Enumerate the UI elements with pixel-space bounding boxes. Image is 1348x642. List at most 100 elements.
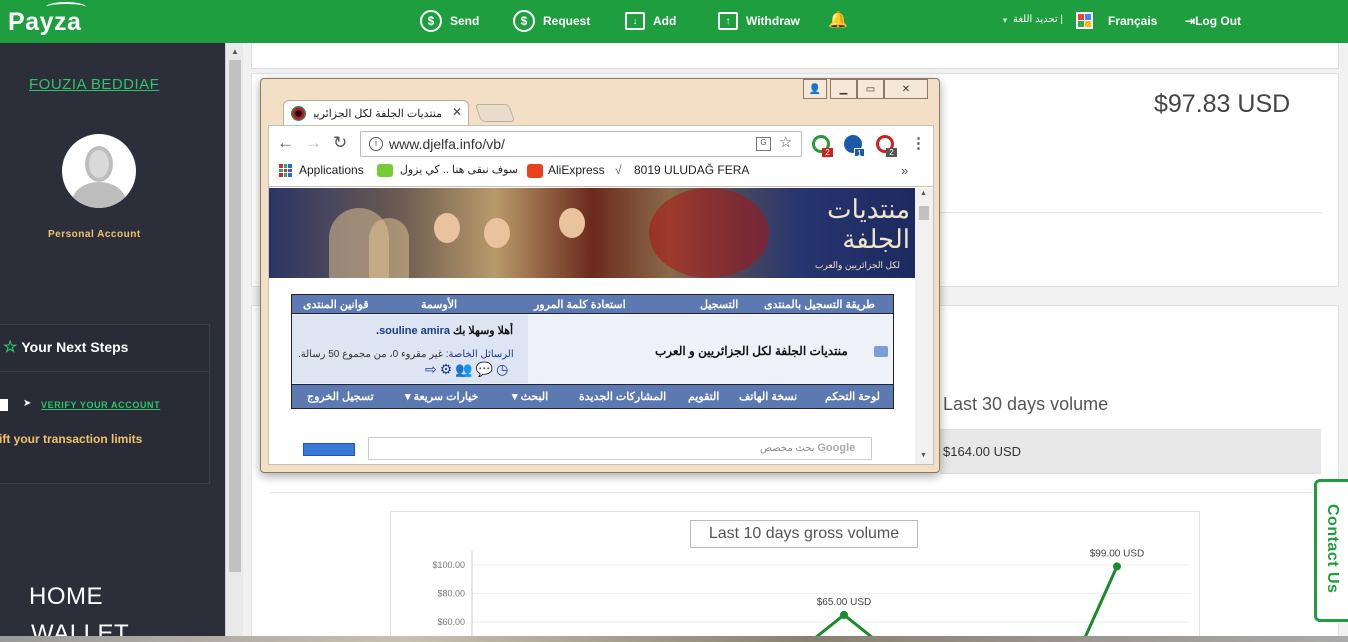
info-icon[interactable]: i bbox=[369, 137, 383, 151]
google-translate-icon[interactable] bbox=[1076, 12, 1093, 29]
search-button[interactable] bbox=[303, 443, 355, 456]
extension-1-badge: 2 bbox=[822, 148, 833, 157]
withdraw-button[interactable]: ↑ Withdraw bbox=[718, 8, 800, 34]
logout-link[interactable]: ⇥Log Out bbox=[1185, 14, 1241, 28]
top-navbar: Payza $ Send $ Request ↓ Add ↑ Withdraw … bbox=[0, 0, 1348, 43]
chart-data-label: $65.00 USD bbox=[817, 597, 871, 608]
url-text[interactable]: www.djelfa.info/vb/ bbox=[389, 136, 505, 152]
next-steps-title: ☆ Your Next Steps bbox=[3, 339, 129, 356]
francais-link[interactable]: Français bbox=[1108, 14, 1157, 28]
chart-y-tick: $60.00 bbox=[437, 617, 465, 627]
aliexpress-icon bbox=[527, 164, 543, 178]
logout-arrow-icon[interactable]: ⇨ bbox=[425, 361, 440, 377]
reload-icon[interactable]: ↻ bbox=[333, 133, 347, 153]
step-checkbox[interactable] bbox=[0, 399, 8, 411]
dollar-circle-icon: $ bbox=[513, 10, 535, 32]
more-bookmarks-icon[interactable]: » bbox=[901, 163, 908, 178]
apps-grid-icon[interactable] bbox=[279, 164, 292, 177]
arrow-right-icon: ➤ bbox=[23, 398, 32, 409]
forum-bar-logout[interactable]: تسجيل الخروج bbox=[307, 390, 374, 403]
bookmark-applications[interactable]: Applications bbox=[299, 163, 364, 177]
balance-value: $97.83 USD bbox=[1154, 90, 1291, 118]
close-tab-icon[interactable]: ✕ bbox=[452, 105, 462, 119]
welcome-username[interactable]: souline amira bbox=[379, 325, 450, 337]
chart-title: Last 10 days gross volume bbox=[690, 520, 918, 548]
forum-nav-password-recovery[interactable]: استعادة كلمة المرور bbox=[534, 298, 626, 311]
search-placeholder: Google بحث مخصص bbox=[760, 442, 856, 454]
window-controls: 👤 ▁ ▭ ✕ bbox=[803, 79, 928, 99]
card-out-icon: ↑ bbox=[718, 12, 738, 30]
bookmark-arabic[interactable]: سوف نبقى هنا .. كي يزول الألم bbox=[398, 163, 518, 176]
close-window-button[interactable]: ✕ bbox=[884, 79, 928, 99]
send-button[interactable]: $ Send bbox=[420, 8, 479, 34]
scrollbar-thumb[interactable] bbox=[229, 60, 241, 572]
page-scrollbar[interactable]: ▲ ▼ bbox=[915, 188, 933, 464]
forum-bar-control-panel[interactable]: لوحة التحكم bbox=[825, 390, 880, 403]
sidebar-scrollbar[interactable]: ▲ bbox=[225, 43, 243, 642]
user-action-icons: ⇨⚙👥💬◷ bbox=[425, 361, 511, 378]
avatar[interactable] bbox=[62, 134, 136, 208]
username-link[interactable]: FOUZIA BEDDIAF bbox=[29, 76, 159, 93]
add-user-icon[interactable]: 👥 bbox=[455, 361, 475, 377]
bookmark-aliexpress[interactable]: AliExpress bbox=[548, 163, 605, 177]
forum-bar-mobile[interactable]: نسخة الهاتف bbox=[739, 390, 797, 403]
contact-us-tab[interactable]: Contact Us bbox=[1314, 479, 1348, 622]
language-selector[interactable]: تحديد اللغة | bbox=[1013, 14, 1063, 25]
chevron-down-icon[interactable]: ▼ bbox=[1001, 16, 1009, 25]
banner-subtitle: لكل الجزائريين والعرب bbox=[815, 260, 900, 270]
chart-y-tick: $100.00 bbox=[432, 560, 465, 570]
add-label: Add bbox=[653, 14, 677, 28]
welcome-text: أهلا وسهلا بك souline amira. bbox=[376, 325, 514, 337]
new-tab-button[interactable] bbox=[474, 104, 516, 122]
logout-icon: ⇥ bbox=[1185, 14, 1196, 28]
card-in-icon: ↓ bbox=[625, 12, 645, 30]
top-panel bbox=[251, 43, 1339, 69]
bookmark-star-icon[interactable]: ☆ bbox=[779, 133, 792, 151]
forum-nav-register[interactable]: التسجيل bbox=[700, 298, 738, 311]
forum-bar-new-posts[interactable]: المشاركات الجديدة bbox=[579, 390, 666, 403]
site-favicon bbox=[291, 106, 306, 121]
forum-name[interactable]: منتديات الجلفة لكل الجزائريين و العرب bbox=[655, 344, 848, 358]
forum-nav-medals[interactable]: الأوسمة bbox=[421, 298, 457, 311]
chart-point[interactable] bbox=[840, 610, 848, 619]
forum-bar-quick-options[interactable]: خيارات سريعة ▾ bbox=[405, 390, 478, 403]
profile-icon[interactable]: 👤 bbox=[803, 79, 827, 99]
translate-icon[interactable]: G bbox=[756, 137, 771, 151]
request-button[interactable]: $ Request bbox=[513, 8, 590, 34]
private-messages-link[interactable]: الرسائل الخاصة bbox=[449, 349, 514, 360]
chat-icon[interactable]: 💬 bbox=[476, 361, 496, 377]
forum-nav-rules[interactable]: قوانين المنتدى bbox=[303, 298, 369, 311]
settings-gear-icon[interactable]: ⚙ bbox=[440, 361, 456, 377]
checkmark-icon: √ bbox=[615, 163, 622, 177]
maximize-button[interactable]: ▭ bbox=[857, 79, 884, 99]
sidebar: FOUZIA BEDDIAF Personal Account ☆ Your N… bbox=[0, 43, 225, 642]
forum-folder-icon bbox=[874, 346, 888, 357]
withdraw-label: Withdraw bbox=[746, 14, 800, 28]
account-type-label: Personal Account bbox=[48, 229, 141, 240]
forum-nav-registration-guide[interactable]: طريقة التسجيل بالمنتدى bbox=[764, 298, 875, 311]
volume-value: $164.00 USD bbox=[943, 444, 1022, 459]
extension-2-badge: 1 bbox=[854, 148, 865, 158]
page-scrollbar-thumb[interactable] bbox=[919, 206, 929, 220]
send-label: Send bbox=[450, 14, 480, 28]
clock-icon[interactable]: ◷ bbox=[496, 361, 511, 377]
extension-3-badge: 2 bbox=[886, 148, 897, 157]
forum-bar-search[interactable]: البحث ▾ bbox=[512, 390, 548, 403]
back-arrow-icon[interactable]: ← bbox=[277, 133, 294, 153]
request-label: Request bbox=[543, 14, 591, 28]
bookmark-uludag[interactable]: 8019 ULUDAĞ FERAĞ bbox=[634, 163, 750, 177]
minimize-button[interactable]: ▁ bbox=[830, 79, 857, 99]
next-steps-panel: ☆ Your Next Steps ➤ VERIFY YOUR ACCOUNT … bbox=[0, 324, 210, 484]
browser-tab[interactable]: منتديات الجلفة لكل الجزائريين و العرب ✕ bbox=[283, 100, 469, 125]
verify-account-link[interactable]: VERIFY YOUR ACCOUNT bbox=[41, 400, 160, 410]
chart-point[interactable] bbox=[1113, 562, 1121, 571]
add-button[interactable]: ↓ Add bbox=[625, 8, 676, 34]
browser-menu-icon[interactable]: ⋮ bbox=[911, 134, 926, 152]
payza-logo[interactable]: Payza bbox=[8, 2, 86, 37]
forum-bar-calendar[interactable]: التقويم bbox=[688, 390, 719, 403]
chart-data-label: $99.00 USD bbox=[1090, 548, 1144, 559]
sidebar-item-home[interactable]: HOME bbox=[29, 583, 103, 611]
scroll-up-icon[interactable]: ▲ bbox=[231, 47, 239, 56]
forward-arrow-icon[interactable]: → bbox=[305, 133, 322, 153]
bell-icon[interactable]: 🔔 bbox=[828, 10, 848, 30]
